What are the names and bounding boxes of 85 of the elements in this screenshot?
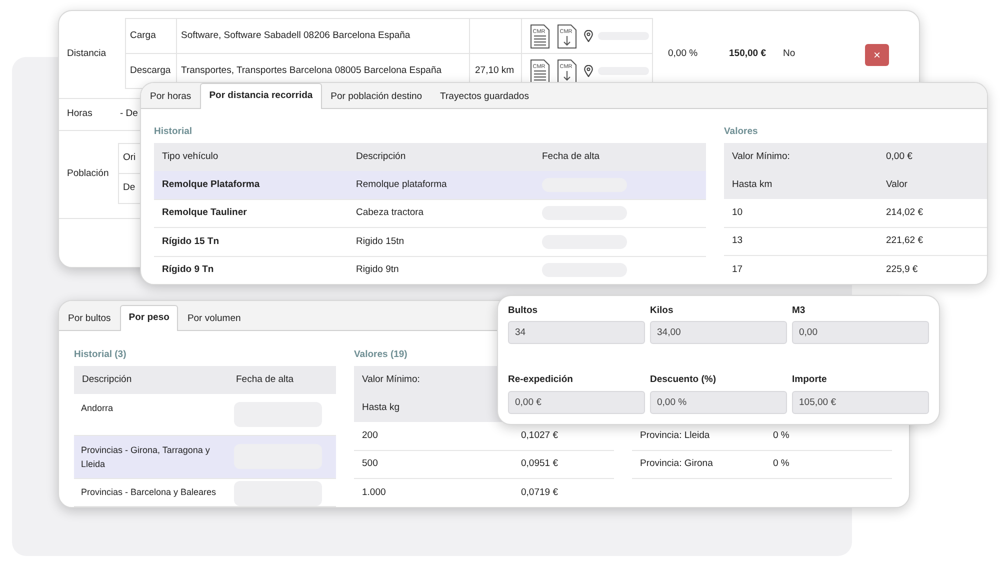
table-cell-text: 0 % [772,430,790,441]
table-cell: Ori [123,152,136,165]
section-title: Valores (19) [354,348,408,362]
table-cell-text: 0,0719 € [520,486,558,498]
section-title: Historial [154,125,194,139]
table-cell-text: Cabeza tractora [355,207,424,218]
table-cell-text: Rígido 9 Tn [161,264,214,276]
input-field[interactable]: 105,00 € [792,390,929,414]
table-cell-text: Remolque Tauliner [161,207,247,218]
location-pin-icon[interactable] [584,30,593,42]
table-row[interactable]: Rígido 9 Tn Rigido 9tn [154,256,706,284]
input-field[interactable]: 0,00 € [508,390,645,414]
field-label: Re-expedición [508,374,574,387]
input-field[interactable]: 34 [508,321,645,344]
table-cell-text: 225,9 € [885,264,918,275]
input-field[interactable]: 34,00 [650,321,787,344]
column-header: Valor Mínimo: [731,150,790,162]
row-label: Horas [67,108,92,121]
table-cell-text: 13 [731,235,743,246]
input-field[interactable]: 0,00 % [650,390,787,414]
table-cell: Carga [130,30,156,42]
field-label: Descuento (%) [650,374,717,387]
table-cell-text: 221,62 € [885,235,923,246]
table-cell: 27,10 km [475,64,514,78]
section-title: Valores [724,125,759,139]
column-header: Tipo vehículo [161,150,218,162]
table-cell-text: Remolque plataforma [355,178,447,190]
table-cell: Transportes, Transportes Barcelona 08005 Barcelona España [181,64,442,78]
section-title: Historial (3) [74,348,128,362]
column-header: Descripción [81,374,132,385]
column-header: Fecha de alta [235,374,294,385]
table-cell-text: Remolque Plataforma [161,178,260,190]
table-cell-text: 0,1027 € [520,430,558,441]
table-row[interactable]: Provincias - Barcelona y Baleares [74,479,336,507]
column-header: Valor Mínimo: [361,374,420,386]
delete-button[interactable]: × [865,44,889,66]
field-label: Kilos [650,305,674,318]
amount-text: 150,00 € [729,48,766,61]
tab[interactable]: Trayectos guardados [431,84,538,109]
tab[interactable]: Por volumen [178,306,250,331]
table-cell-text: 10 [731,206,743,218]
table-cell-text: Rigido 15tn [355,236,404,247]
table-cell: Software, Software Sabadell 08206 Barcelona España [181,30,410,42]
field-label: Importe [792,374,828,387]
table-cell: Descarga [130,64,171,78]
percentage-text: 0,00 % [668,48,698,61]
column-header: Descripción [355,150,406,162]
table-row[interactable]: Provincias - Girona, Tarragona y Lleida [74,436,336,479]
table-cell-text: Provincias - Girona, Tarragona y Lleida [81,444,211,471]
field-label: Bultos [508,305,539,318]
input-field[interactable]: 0,00 [792,321,929,344]
table-cell-text: Rígido 15 Tn [161,236,219,247]
table-cell-text: 0,0951 € [520,458,558,470]
tab[interactable]: Por horas [141,84,200,109]
column-header: Valor [885,178,908,190]
location-pin-icon[interactable] [584,65,593,77]
tab[interactable]: Por peso [120,305,178,331]
table-cell-text: Rigido 9tn [355,264,399,276]
table-cell-text: Provincia: Girona [639,458,713,470]
tab[interactable]: Por distancia recorrida [200,83,322,109]
table-row[interactable]: Remolque Plataforma Remolque plataforma [154,171,706,200]
tab[interactable]: Por bultos [59,306,120,331]
table-cell: De [123,182,136,195]
column-header: 0,00 € [885,150,912,164]
column-header: Fecha de alta [541,150,600,162]
column-header: Hasta km [731,178,772,190]
table-cell-text: Provincias - Barcelona y Baleares [81,486,218,499]
table-cell-text: 214,02 € [885,206,923,218]
table-row[interactable]: Rígido 15 Tn Rigido 15tn [154,228,706,256]
table-row[interactable]: Remolque Tauliner Cabeza tractora [154,200,706,228]
status-text: No [783,48,796,61]
table-cell-text: 500 [361,458,378,470]
table-row[interactable]: Andorra [74,394,336,436]
table-cell: - De [120,108,138,121]
row-label: Distancia [67,48,106,61]
table-cell-text: 17 [731,264,743,275]
tab[interactable]: Por población destino [322,84,432,109]
column-header: Hasta kg [361,402,400,414]
field-label: M3 [792,305,806,318]
table-cell-text: 0 % [772,458,790,470]
table-cell-text: 1.000 [361,486,386,498]
table-cell-text: Andorra [81,402,114,415]
row-label: Población [67,168,109,181]
table-cell-text: 200 [361,430,378,441]
table-cell-text: Provincia: Lleida [639,430,710,441]
